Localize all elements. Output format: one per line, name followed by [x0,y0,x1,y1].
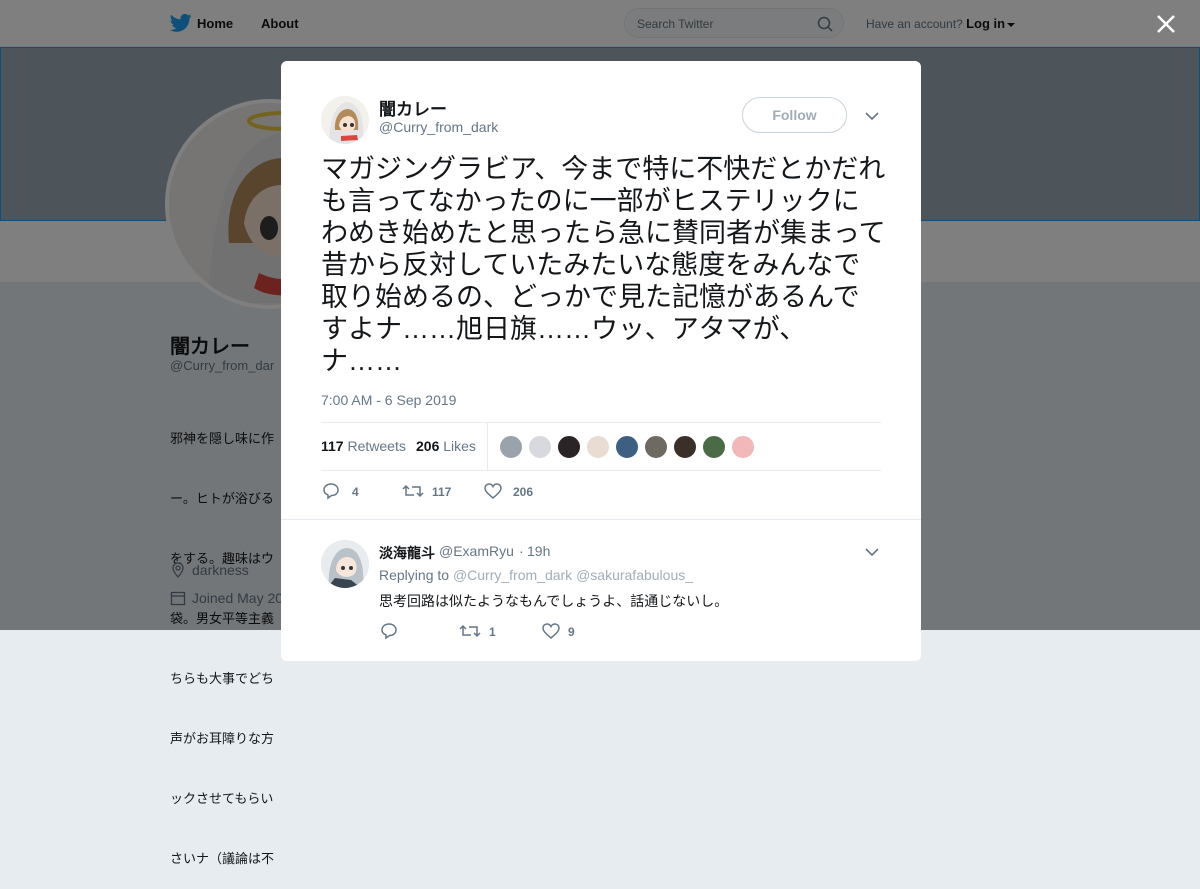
reply-time[interactable]: 19h [527,543,550,559]
tweet-stats: 117 Retweets 206 Likes [321,422,881,471]
follow-button[interactable]: Follow [742,97,847,133]
tweet-permalink-modal: 闇カレー @Curry_from_dark Follow マガジングラビア、今ま… [281,61,921,661]
tweet-text: マガジングラビア、今まで特に不快だとかだれも言ってなかったのに一部がヒステリック… [321,154,886,376]
reply-actions: 1 9 [379,621,679,641]
liker-avatar[interactable] [557,435,581,459]
reply-icon [323,483,339,500]
reply-author-name[interactable]: 淡海龍斗 [379,543,435,563]
reply-count: 4 [352,485,359,499]
chevron-down-icon[interactable] [865,111,879,121]
reply-icon [381,623,397,640]
tweet-author-handle[interactable]: @Curry_from_dark [379,119,498,135]
tweet-actions: 4 117 206 [321,481,881,501]
retweets-stat[interactable]: 117 Retweets [321,438,406,454]
reply-avatar-image [321,540,369,588]
retweets-count: 117 [321,438,344,454]
replying-to-label: Replying to [379,567,450,583]
reply-text: 思考回路は似たようなもんでしょうよ、話通じないし。 [379,593,729,609]
retweet-count: 117 [432,485,452,499]
liker-avatar[interactable] [644,435,668,459]
liker-avatar[interactable] [615,435,639,459]
close-icon[interactable] [1155,13,1177,35]
liker-avatar[interactable] [499,435,523,459]
likes-label: Likes [443,438,476,454]
bio-line: 声がお耳障りな方 [170,731,275,746]
liker-avatar[interactable] [673,435,697,459]
heart-icon [542,623,560,639]
reply-separator: · [519,543,524,559]
author-avatar-image [321,96,369,144]
stats-divider [487,423,488,470]
like-count: 206 [513,485,534,499]
retweet-icon [402,484,424,498]
like-count: 9 [568,625,575,639]
likes-count: 206 [416,438,440,454]
retweet-count: 1 [489,625,496,639]
retweets-label: Retweets [347,438,406,454]
mention-link[interactable]: @sakurafabulous_ [576,567,693,583]
liker-avatar[interactable] [528,435,552,459]
tweet-author-name[interactable]: 闇カレー [379,95,447,120]
liker-avatar[interactable] [731,435,755,459]
bio-line: ちらも大事でどち [170,671,275,686]
mention-link[interactable]: @Curry_from_dark [453,567,572,583]
liker-avatar[interactable] [586,435,610,459]
reply-author-handle[interactable]: @ExamRyu [439,543,514,559]
bio-line: さいナ（議論は不 [170,851,275,866]
replying-to: Replying to @Curry_from_dark @sakurafabu… [379,567,693,583]
reply-author-avatar[interactable] [321,540,369,588]
heart-icon [484,483,502,499]
tweet-author-avatar[interactable] [321,96,369,144]
reply-tweet[interactable]: 淡海龍斗 @ExamRyu · 19h Replying to @Curry_f… [281,519,921,660]
chevron-down-icon[interactable] [865,547,879,557]
bio-line: ックさせてもらい [170,791,274,806]
liker-avatar[interactable] [702,435,726,459]
likes-stat[interactable]: 206 Likes [416,438,476,454]
tweet-timestamp[interactable]: 7:00 AM - 6 Sep 2019 [321,392,456,408]
retweet-icon [459,624,481,638]
